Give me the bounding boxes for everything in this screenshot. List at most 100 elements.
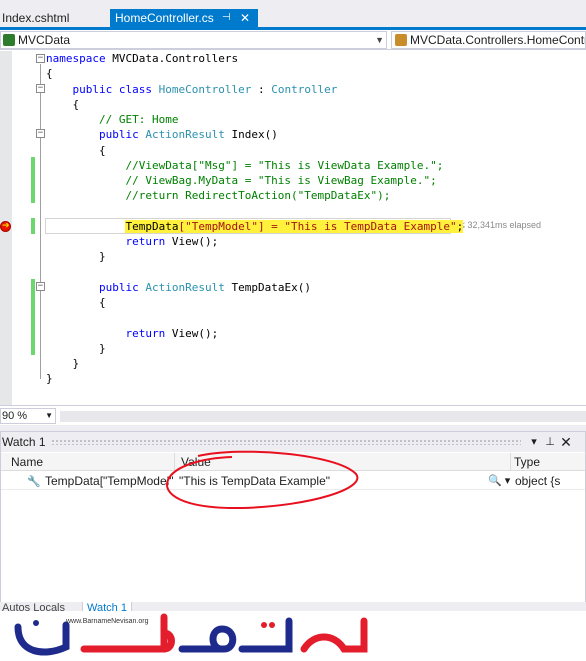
text-visualizer-icon[interactable]: 🔍 ▾ [488, 472, 510, 490]
code-line[interactable]: public ActionResult Index() [46, 127, 278, 142]
column-name[interactable]: Name [1, 453, 175, 471]
code-line[interactable]: { [46, 66, 53, 81]
code-line[interactable]: } [46, 356, 79, 371]
code-token: Controller [271, 82, 338, 96]
code-line[interactable]: } [46, 341, 106, 356]
collapse-toggle[interactable]: − [36, 84, 45, 93]
collapse-toggle[interactable]: − [36, 54, 45, 63]
code-token: View(); [165, 235, 219, 248]
code-token: // GET: Home [98, 113, 179, 126]
code-token: } [46, 357, 80, 370]
code-token: { [46, 97, 80, 111]
annotation-circle [166, 450, 359, 510]
change-marker [31, 279, 35, 355]
code-line[interactable]: } [46, 371, 53, 386]
code-line[interactable]: { [46, 143, 106, 158]
code-line[interactable]: return View(); [46, 234, 218, 249]
code-token: //ViewData["Msg"] = "This is ViewData Ex… [125, 158, 444, 172]
pin-icon[interactable]: ⊥ [543, 434, 557, 450]
chevron-down-icon: ▼ [45, 411, 53, 420]
code-token: //return RedirectToAction("TempDataEx"); [125, 189, 391, 203]
watch-type: object {s [515, 474, 561, 488]
horizontal-scrollbar[interactable] [60, 411, 586, 422]
zoom-dropdown[interactable]: 90 % ▼ [0, 408, 56, 424]
code-line[interactable]: TempData["TempModel"] = "This is TempDat… [46, 219, 464, 234]
watch-title: Watch 1 [2, 435, 46, 449]
code-token: } [46, 341, 106, 355]
code-editor[interactable]: − − − − ➔ ≤ 32,341ms elapsed namespace M… [0, 51, 586, 405]
watch-expression[interactable]: TempData["TempModel"] [45, 472, 173, 490]
code-token: return [125, 235, 166, 248]
code-token: } [46, 372, 53, 386]
collapse-toggle[interactable]: − [36, 129, 45, 138]
code-line[interactable]: // GET: Home [46, 112, 178, 127]
outline-guide [40, 64, 41, 379]
code-token: : [251, 82, 272, 96]
code-token: ; [456, 219, 464, 233]
code-line[interactable]: { [46, 295, 106, 310]
code-token: { [46, 143, 106, 157]
column-type[interactable]: Type [511, 453, 585, 471]
class-dropdown[interactable]: MVCData.Controllers.HomeContro [391, 31, 586, 49]
perf-tip[interactable]: ≤ 32,341ms elapsed [460, 220, 541, 230]
code-token: ["TempModel"] = "This is TempData Exampl… [178, 219, 457, 233]
code-token: return [125, 326, 166, 340]
code-line[interactable]: //return RedirectToAction("TempDataEx"); [46, 188, 390, 203]
current-line-arrow-icon: ➔ [2, 221, 10, 231]
code-line[interactable]: { [46, 97, 79, 112]
pin-icon[interactable]: ⊣ [222, 9, 231, 27]
code-line[interactable]: public class HomeController : Controller [46, 82, 338, 97]
code-token: { [46, 296, 106, 309]
code-token: Index() [224, 128, 278, 142]
code-token: HomeController [158, 82, 252, 96]
window-menu-icon[interactable]: ▾ [527, 434, 541, 450]
code-token: MVCData.Controllers [105, 52, 239, 65]
project-dropdown[interactable]: MVCData ▼ [0, 31, 387, 49]
code-token: ActionResult [145, 280, 225, 294]
tab-homecontroller-cs[interactable]: HomeController.cs ⊣ ✕ [110, 9, 258, 27]
code-line[interactable]: } [46, 249, 106, 264]
tab-index-cshtml[interactable]: Index.cshtml [0, 9, 108, 27]
code-token: public [98, 280, 139, 294]
code-line[interactable]: public ActionResult TempDataEx() [46, 280, 311, 295]
editor-status-bar: 90 % ▼ [0, 405, 586, 425]
code-token: namespace [46, 52, 106, 65]
class-icon [395, 34, 407, 46]
tab-label: HomeController.cs [115, 11, 214, 25]
zoom-level: 90 % [2, 410, 28, 422]
change-marker [31, 218, 35, 234]
class-name: MVCData.Controllers.HomeContro [410, 33, 586, 47]
code-line[interactable]: // ViewBag.MyData = "This is ViewBag Exa… [46, 173, 437, 188]
code-line[interactable]: return View(); [46, 326, 218, 341]
navigation-bar: MVCData ▼ MVCData.Controllers.HomeContro [0, 30, 586, 50]
project-icon [3, 34, 15, 46]
tab-label: Index.cshtml [2, 11, 70, 25]
project-name: MVCData [18, 33, 71, 47]
site-logo: www.BarnameNevisan.org [0, 611, 586, 661]
code-token: } [46, 250, 106, 264]
close-icon[interactable]: ✕ [240, 9, 250, 27]
code-token: TempDataEx() [224, 280, 311, 294]
code-token: // ViewBag.MyData = "This is ViewBag Exa… [125, 174, 437, 187]
document-tab-strip: Index.cshtml HomeController.cs ⊣ ✕ [0, 0, 586, 30]
drag-grip[interactable] [51, 439, 521, 445]
code-token: public [98, 128, 139, 142]
change-marker [31, 157, 35, 203]
collapse-toggle[interactable]: − [36, 282, 45, 291]
code-token: { [46, 67, 53, 81]
code-token: ActionResult [145, 128, 225, 142]
code-line[interactable]: //ViewData["Msg"] = "This is ViewData Ex… [46, 158, 443, 173]
code-line[interactable]: namespace MVCData.Controllers [46, 51, 238, 66]
wrench-icon: 🔧 [27, 476, 41, 488]
chevron-down-icon: ▼ [375, 35, 384, 45]
close-icon[interactable]: ✕ [559, 434, 573, 450]
